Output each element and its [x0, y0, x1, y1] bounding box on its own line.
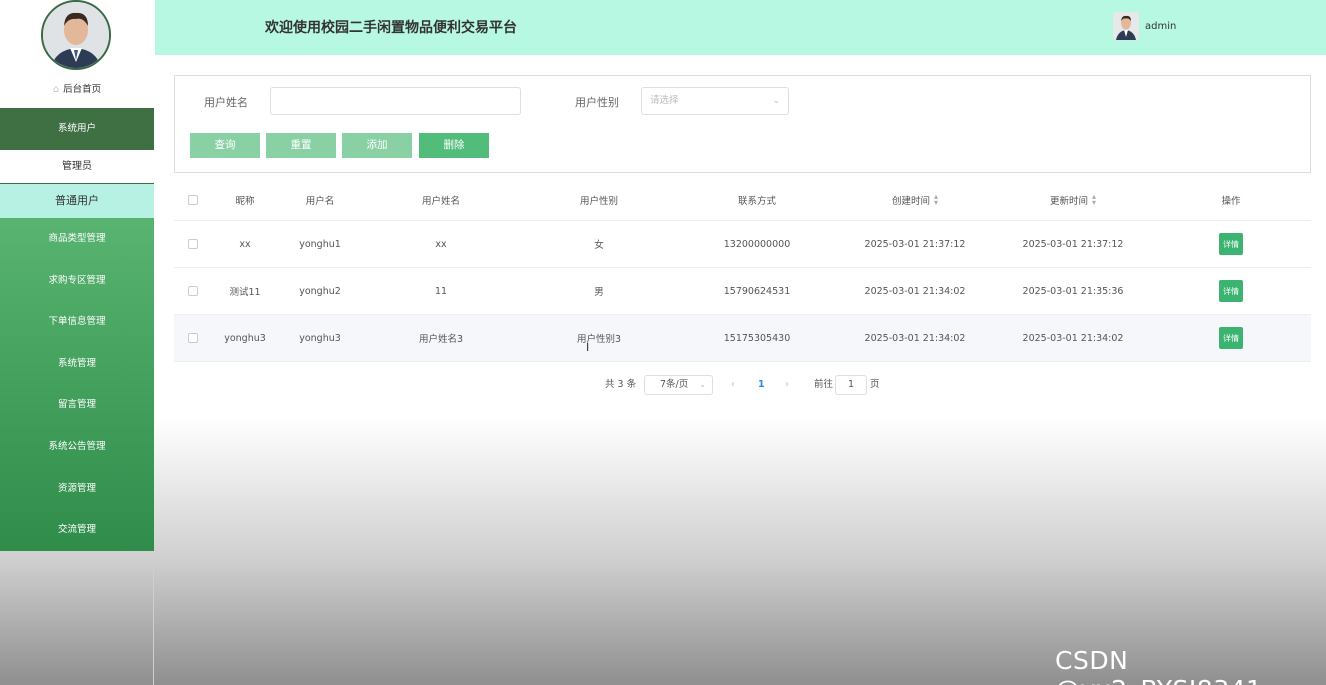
gender-filter-select[interactable]: 请选择 ⌄	[641, 87, 789, 115]
cell-updated: 2025-03-01 21:35:36	[1022, 285, 1124, 297]
sidebar-item-messages[interactable]: 留言管理	[0, 384, 154, 426]
select-all-cell	[174, 180, 212, 220]
detail-button[interactable]: 详情	[1219, 327, 1243, 349]
sidebar: ⌂ 后台首页 系统用户 管理员 普通用户 商品类型管理 求购专区管理 下单信息管理…	[0, 0, 154, 685]
col-created[interactable]: 创建时间 ▴ ▾	[836, 180, 994, 220]
col-updated-label: 更新时间	[1049, 196, 1088, 207]
sort-icon[interactable]: ▴ ▾	[1092, 193, 1096, 207]
cell-created: 2025-03-01 21:34:02	[864, 332, 966, 344]
reset-button[interactable]: 重置	[266, 133, 336, 158]
cell-updated: 2025-03-01 21:34:02	[1022, 332, 1124, 344]
col-updated[interactable]: 更新时间 ▴ ▾	[994, 180, 1152, 220]
detail-button[interactable]: 详情	[1219, 233, 1243, 255]
row-select-cell	[174, 268, 212, 314]
chevron-down-icon: ⌄	[772, 96, 780, 106]
home-link[interactable]: ⌂ 后台首页	[0, 80, 154, 100]
goto-prefix: 前往	[814, 379, 834, 390]
sidebar-item-goods-type[interactable]: 商品类型管理	[0, 218, 154, 260]
sidebar-menu: 系统用户 管理员 普通用户 商品类型管理 求购专区管理 下单信息管理 系统管理 …	[0, 108, 154, 551]
cell-username: yonghu3	[299, 332, 341, 344]
row-checkbox[interactable]	[188, 286, 198, 296]
sidebar-menu-group: 商品类型管理 求购专区管理 下单信息管理 系统管理 留言管理 系统公告管理 资源…	[0, 218, 154, 551]
next-page-icon[interactable]: ›	[785, 375, 789, 395]
col-action: 操作	[1221, 196, 1241, 207]
text-cursor-icon: I	[586, 341, 590, 354]
home-label: 后台首页	[63, 84, 102, 95]
cell-action: 详情	[1152, 315, 1310, 361]
sidebar-item-system-users[interactable]: 系统用户	[0, 108, 154, 150]
sidebar-item-resources[interactable]: 资源管理	[0, 468, 154, 510]
username: admin	[1145, 20, 1177, 32]
cell-realname: xx	[435, 238, 447, 250]
row-checkbox[interactable]	[188, 239, 198, 249]
col-created-label: 创建时间	[891, 196, 930, 207]
sidebar-item-notices[interactable]: 系统公告管理	[0, 426, 154, 468]
prev-page-icon[interactable]: ‹	[731, 375, 735, 395]
col-username: 用户名	[305, 196, 335, 207]
sort-icon[interactable]: ▴ ▾	[934, 193, 938, 207]
row-select-cell	[174, 315, 212, 361]
cell-action: 详情	[1152, 221, 1310, 267]
table-header: 昵称 用户名 用户姓名 用户性别 联系方式 创建时间 ▴ ▾ 更新时间 ▴ ▾ 操作	[174, 180, 1311, 221]
cell-realname: 11	[434, 285, 448, 297]
cell-gender: 女	[594, 240, 604, 251]
select-all-checkbox[interactable]	[188, 195, 198, 205]
goto-page-input[interactable]: 1	[835, 375, 867, 395]
name-filter-label: 用户姓名	[204, 96, 248, 109]
sidebar-item-system[interactable]: 系统管理	[0, 343, 154, 385]
cell-username: yonghu2	[299, 285, 341, 297]
cell-phone: 15790624531	[723, 285, 791, 297]
row-select-cell	[174, 221, 212, 267]
detail-button[interactable]: 详情	[1219, 280, 1243, 302]
chevron-down-icon: ⌄	[699, 380, 706, 389]
user-avatar[interactable]	[1113, 12, 1139, 40]
table-row: xx yonghu1 xx 女 13200000000 2025-03-01 2…	[174, 221, 1311, 268]
watermark: CSDN @vx2_BYSJ8341	[1055, 646, 1262, 685]
search-panel: 用户姓名 用户性别 请选择 ⌄ 查询 重置 添加 删除	[174, 75, 1311, 173]
sidebar-profile: ⌂ 后台首页	[0, 0, 154, 108]
cell-created: 2025-03-01 21:37:12	[864, 238, 966, 250]
name-filter-input[interactable]	[270, 87, 521, 115]
cell-created: 2025-03-01 21:34:02	[864, 285, 966, 297]
page-title: 欢迎使用校园二手闲置物品便利交易平台	[265, 20, 517, 36]
cell-phone: 13200000000	[723, 238, 791, 250]
avatar[interactable]	[41, 0, 111, 70]
cell-nickname: xx	[239, 238, 251, 250]
query-button[interactable]: 查询	[190, 133, 260, 158]
cell-updated: 2025-03-01 21:37:12	[1022, 238, 1124, 250]
cell-phone: 15175305430	[723, 332, 791, 344]
cell-action: 详情	[1152, 268, 1310, 314]
cell-nickname: 测试11	[229, 287, 261, 298]
gender-filter-label: 用户性别	[575, 96, 619, 109]
table-row: 测试11 yonghu2 11 男 15790624531 2025-03-01…	[174, 268, 1311, 315]
pagination-total: 共 3 条	[605, 379, 637, 390]
sidebar-item-exchange[interactable]: 交流管理	[0, 509, 154, 551]
cell-nickname: yonghu3	[224, 332, 266, 344]
col-phone: 联系方式	[737, 196, 776, 207]
col-realname: 用户姓名	[421, 196, 460, 207]
current-page[interactable]: 1	[758, 375, 765, 395]
row-checkbox[interactable]	[188, 333, 198, 343]
table-row: yonghu3 yonghu3 用户姓名3 用户性别3 15175305430 …	[174, 315, 1311, 362]
cell-realname: 用户姓名3	[418, 334, 464, 345]
page-size-value: 7条/页	[660, 379, 689, 390]
col-nickname: 昵称	[235, 196, 255, 207]
page-size-select[interactable]: 7条/页 ⌄	[644, 375, 713, 395]
gender-placeholder: 请选择	[650, 95, 679, 106]
add-button[interactable]: 添加	[342, 133, 412, 158]
cell-gender: 用户性别3	[576, 334, 622, 345]
col-gender: 用户性别	[579, 196, 618, 207]
users-table: 昵称 用户名 用户姓名 用户性别 联系方式 创建时间 ▴ ▾ 更新时间 ▴ ▾ 操作 x…	[174, 180, 1311, 362]
home-icon: ⌂	[52, 84, 60, 95]
sidebar-item-purchase[interactable]: 求购专区管理	[0, 260, 154, 302]
delete-button[interactable]: 删除	[419, 133, 489, 158]
cell-username: yonghu1	[299, 238, 341, 250]
sidebar-subitem-admin[interactable]: 管理员	[0, 150, 154, 184]
top-header: 欢迎使用校园二手闲置物品便利交易平台 admin	[155, 0, 1326, 55]
sidebar-subitem-normal-users[interactable]: 普通用户	[0, 184, 154, 218]
user-menu[interactable]: admin	[1113, 12, 1176, 40]
goto-suffix: 页	[870, 379, 880, 390]
cell-gender: 男	[594, 287, 604, 298]
sidebar-item-orders[interactable]: 下单信息管理	[0, 301, 154, 343]
